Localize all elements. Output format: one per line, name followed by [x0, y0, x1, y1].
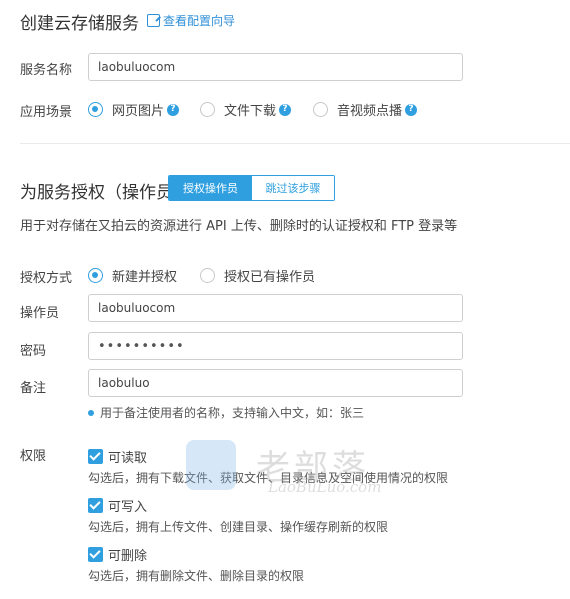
service-name-label: 服务名称	[20, 63, 73, 78]
radio-unselected-icon	[200, 102, 215, 117]
permission-write-label: 可写入	[108, 500, 148, 515]
remark-value: laobuluo	[98, 376, 150, 390]
method-radio-label: 授权已有操作员	[224, 270, 316, 285]
permissions-label: 权限	[20, 449, 47, 464]
method-radio-existing[interactable]: 授权已有操作员	[200, 266, 315, 285]
scene-radio-label: 网页图片	[112, 104, 165, 119]
scene-radio-file-download[interactable]: 文件下载 ?	[200, 100, 292, 119]
permission-delete-desc: 勾选后，拥有删除文件、删除目录的权限	[88, 569, 305, 583]
section-divider	[20, 143, 570, 144]
checkbox-checked-icon	[88, 547, 103, 562]
checkbox-checked-icon	[88, 498, 103, 513]
remark-hint-text: 用于备注使用者的名称，支持输入中文，如：张三	[100, 406, 365, 420]
external-guide-icon	[147, 14, 160, 27]
page-title: 创建云存储服务	[20, 14, 139, 34]
remark-input[interactable]: laobuluo	[88, 369, 463, 397]
auth-step-toggle: 授权操作员 跳过该步骤	[168, 175, 335, 201]
service-name-value: laobuluocom	[98, 60, 176, 74]
method-radio-create[interactable]: 新建并授权	[88, 266, 177, 285]
scene-label: 应用场景	[20, 105, 73, 120]
scene-radio-label: 文件下载	[224, 104, 277, 119]
scene-radio-label: 音视频点播	[337, 104, 403, 119]
password-value: ••••••••••	[98, 338, 185, 354]
watermark-en-text: LaoBuLuo.com	[268, 478, 382, 496]
tab-authorize-operator[interactable]: 授权操作员	[169, 176, 252, 200]
remark-hint: 用于备注使用者的名称，支持输入中文，如：张三	[88, 404, 364, 421]
password-label: 密码	[20, 344, 47, 359]
permission-read-label: 可读取	[108, 451, 148, 466]
watermark	[186, 440, 236, 490]
config-guide-label: 查看配置向导	[163, 14, 236, 28]
info-bullet-icon	[88, 409, 94, 416]
radio-selected-icon	[88, 102, 103, 117]
radio-selected-icon	[88, 268, 103, 283]
remark-label: 备注	[20, 381, 47, 396]
help-icon[interactable]: ?	[405, 103, 418, 116]
config-guide-link[interactable]: 查看配置向导	[147, 12, 235, 29]
scene-radio-av-vod[interactable]: 音视频点播 ?	[313, 100, 418, 119]
permission-read-checkbox[interactable]: 可读取	[88, 447, 147, 466]
permission-write-desc: 勾选后，拥有上传文件、创建目录、操作缓存刷新的权限	[88, 520, 389, 534]
operator-input[interactable]: laobuluocom	[88, 294, 463, 322]
radio-unselected-icon	[200, 268, 215, 283]
permission-delete-label: 可删除	[108, 549, 148, 564]
tab-skip-step[interactable]: 跳过该步骤	[252, 176, 334, 200]
checkbox-checked-icon	[88, 449, 103, 464]
help-icon[interactable]: ?	[167, 103, 180, 116]
auth-description: 用于对存储在又拍云的资源进行 API 上传、删除时的认证授权和 FTP 登录等	[20, 219, 458, 234]
scene-radio-web-images[interactable]: 网页图片 ?	[88, 100, 180, 119]
service-name-input[interactable]: laobuluocom	[88, 53, 463, 81]
auth-section-title: 为服务授权（操作员）	[20, 183, 190, 203]
method-radio-label: 新建并授权	[112, 270, 178, 285]
password-input[interactable]: ••••••••••	[88, 332, 463, 360]
radio-unselected-icon	[313, 102, 328, 117]
auth-method-label: 授权方式	[20, 271, 73, 286]
permission-delete-checkbox[interactable]: 可删除	[88, 545, 147, 564]
watermark-logo-icon	[186, 440, 236, 490]
permission-write-checkbox[interactable]: 可写入	[88, 496, 147, 515]
operator-value: laobuluocom	[98, 301, 176, 315]
help-icon[interactable]: ?	[279, 103, 292, 116]
operator-label: 操作员	[20, 306, 60, 321]
